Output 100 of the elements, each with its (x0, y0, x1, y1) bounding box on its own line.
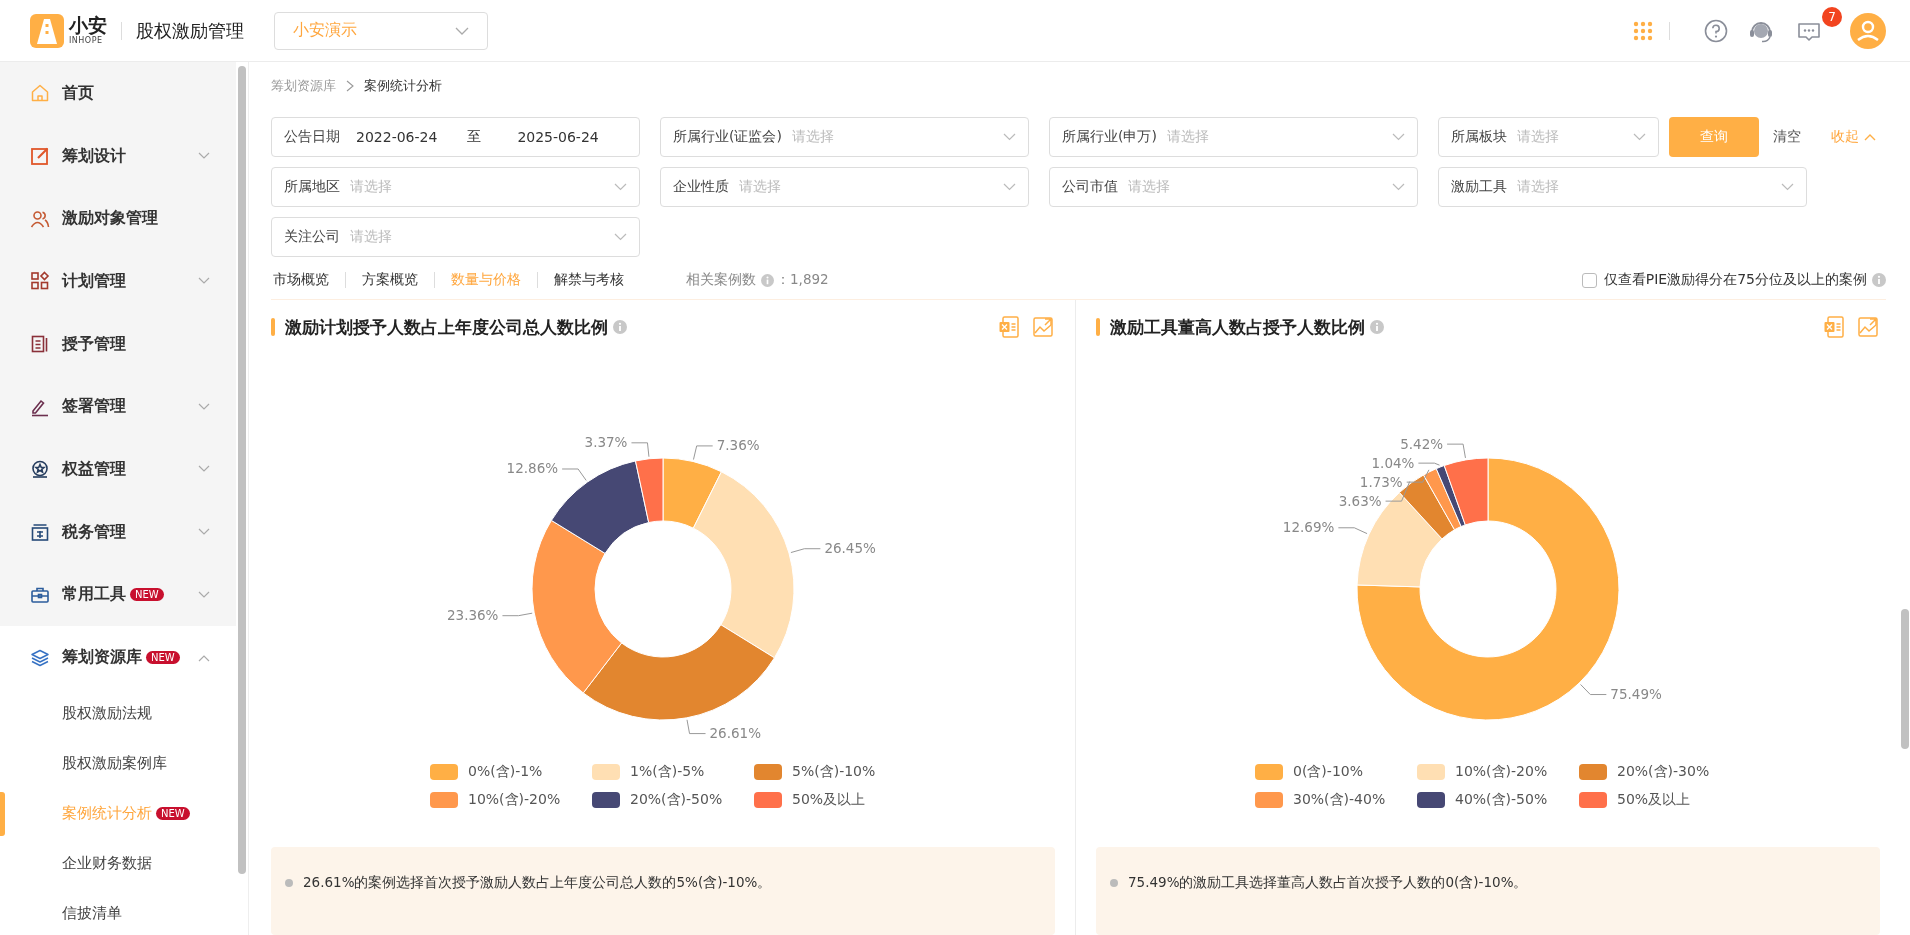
nav-subitem[interactable]: 股权激励案例库 (0, 738, 236, 789)
new-badge: NEW (130, 588, 164, 602)
data-label: 26.45% (824, 540, 876, 556)
leader-line (1337, 527, 1368, 534)
select-field[interactable]: 关注公司 请选择 (271, 217, 640, 257)
tab[interactable]: 方案概览 (360, 271, 420, 289)
image-download-icon[interactable] (1033, 317, 1053, 338)
legend-item[interactable]: 50%及以上 (754, 790, 916, 809)
legend-item[interactable]: 0(含)-10% (1255, 762, 1417, 781)
nav-item[interactable]: 税务管理 (0, 500, 236, 564)
insight-text: 26.61%的案例选择首次授予激励人数占上年度公司总人数的5%(含)-10%。 (303, 873, 772, 892)
legend-item[interactable]: 50%及以上 (1579, 790, 1741, 809)
legend-item[interactable]: 1%(含)-5% (592, 762, 754, 781)
case-count-label: 相关案例数 (686, 271, 756, 289)
legend-item[interactable]: 5%(含)-10% (754, 762, 916, 781)
image-download-icon[interactable] (1858, 317, 1878, 338)
nav-item[interactable]: 权益管理 (0, 438, 236, 501)
select-field[interactable]: 所属地区 请选择 (271, 167, 640, 207)
help-icon[interactable] (1704, 18, 1728, 43)
insight-text: 75.49%的激励工具选择董高人数占首次授予人数的0(含)-10%。 (1128, 873, 1528, 892)
legend-item[interactable]: 30%(含)-40% (1255, 790, 1417, 809)
leader-line (1446, 443, 1466, 459)
select-field[interactable]: 所属行业(申万) 请选择 (1049, 117, 1418, 157)
legend-item[interactable]: 10%(含)-20% (430, 790, 592, 809)
leader-line (1580, 683, 1607, 695)
checkbox[interactable] (1581, 272, 1597, 288)
new-badge: NEW (156, 807, 190, 821)
legend-item[interactable]: 10%(含)-20% (1417, 762, 1579, 781)
data-label: 26.61% (709, 724, 762, 741)
select-field[interactable]: 激励工具 请选择 (1438, 167, 1807, 207)
select-field[interactable]: 企业性质 请选择 (660, 167, 1029, 207)
tab[interactable]: 解禁与考核 (552, 271, 626, 289)
chart-title: 激励计划授予人数占上年度公司总人数比例 (285, 315, 608, 339)
chevron-down-icon (614, 233, 627, 241)
info-icon[interactable] (761, 273, 774, 287)
chevron-down-icon (198, 277, 210, 286)
nav-subitem[interactable]: 案例统计分析 NEW (0, 788, 236, 839)
legend-item[interactable]: 20%(含)-50% (592, 790, 754, 809)
case-count-value: ：1,892 (776, 271, 829, 289)
chevron-down-icon (1003, 133, 1016, 141)
chevron-down-icon (1003, 183, 1016, 191)
new-badge: NEW (146, 651, 180, 665)
spreadsheet-export-icon[interactable] (999, 316, 1019, 339)
users-icon (30, 208, 50, 229)
pencil-icon (30, 146, 50, 167)
nav-item[interactable]: 计划管理 (0, 250, 236, 313)
select-field[interactable]: 公司市值 请选择 (1049, 167, 1418, 207)
nav-item[interactable]: 签署管理 (0, 375, 236, 439)
nav-subitem[interactable]: 股权激励法规 (0, 688, 236, 739)
nav-item[interactable]: 常用工具 NEW (0, 563, 236, 627)
chevron-down-icon (198, 528, 210, 537)
date-range-field[interactable]: 公告日期 2022-06-24 至 2025-06-24 (271, 117, 640, 157)
info-icon[interactable] (1872, 273, 1886, 287)
legend-item[interactable]: 40%(含)-50% (1417, 790, 1579, 809)
clear-link[interactable]: 清空 (1773, 128, 1801, 146)
select-field[interactable]: 所属行业(证监会) 请选择 (660, 117, 1029, 157)
home-icon (30, 83, 50, 104)
breadcrumb-item: 案例统计分析 (364, 77, 442, 95)
logo-subtitle: INHOPE (69, 37, 103, 45)
chart-title: 激励工具董高人数占授予人数比例 (1110, 315, 1365, 339)
bullet-icon (285, 878, 293, 887)
leader-line (693, 445, 714, 460)
info-icon[interactable] (613, 320, 627, 335)
nav-item[interactable]: 筹划设计 (0, 124, 236, 188)
info-icon[interactable] (1370, 320, 1384, 335)
nav-item[interactable]: 首页 (0, 62, 236, 125)
chevron-down-icon (198, 590, 210, 599)
nav-subitem[interactable]: 信披清单 (0, 888, 236, 935)
legend-item[interactable]: 0%(含)-1% (430, 762, 592, 781)
data-label: 5.42% (1400, 435, 1444, 452)
chevron-up-icon (198, 653, 210, 662)
chevron-down-icon (198, 402, 210, 411)
document-icon (30, 334, 50, 355)
data-label: 75.49% (1610, 685, 1662, 702)
medal-icon (30, 459, 50, 480)
leader-line (561, 468, 587, 481)
leader-line (501, 612, 533, 616)
nav-item[interactable]: 激励对象管理 (0, 187, 236, 251)
chevron-up-icon (1864, 133, 1876, 141)
chevron-down-icon (455, 26, 469, 35)
chevron-down-icon (198, 152, 210, 161)
spreadsheet-export-icon[interactable] (1824, 316, 1844, 339)
leader-line (790, 548, 821, 553)
user-avatar[interactable] (1850, 12, 1886, 49)
chevron-down-icon (1781, 183, 1794, 191)
data-label: 23.36% (446, 606, 499, 623)
nav-item[interactable]: 授予管理 (0, 312, 236, 376)
data-label: 3.63% (1338, 492, 1382, 509)
checkbox-label[interactable]: 仅查看PIE激励得分在75分位及以上的案例 (1603, 271, 1867, 289)
scrollbar-thumb[interactable] (238, 66, 246, 874)
legend-item[interactable]: 20%(含)-30% (1579, 762, 1741, 781)
select-field[interactable]: 所属板块 请选择 (1438, 117, 1659, 157)
chevron-down-icon (1392, 133, 1405, 141)
nav-subitem[interactable]: 企业财务数据 (0, 838, 236, 889)
chevron-down-icon (1633, 133, 1646, 141)
chevron-down-icon (1392, 183, 1405, 191)
apps-grid-icon[interactable] (1633, 20, 1653, 41)
chevron-right-icon (346, 80, 354, 92)
tab[interactable]: 市场概览 (271, 271, 331, 289)
scrollbar-thumb[interactable] (1901, 609, 1909, 749)
